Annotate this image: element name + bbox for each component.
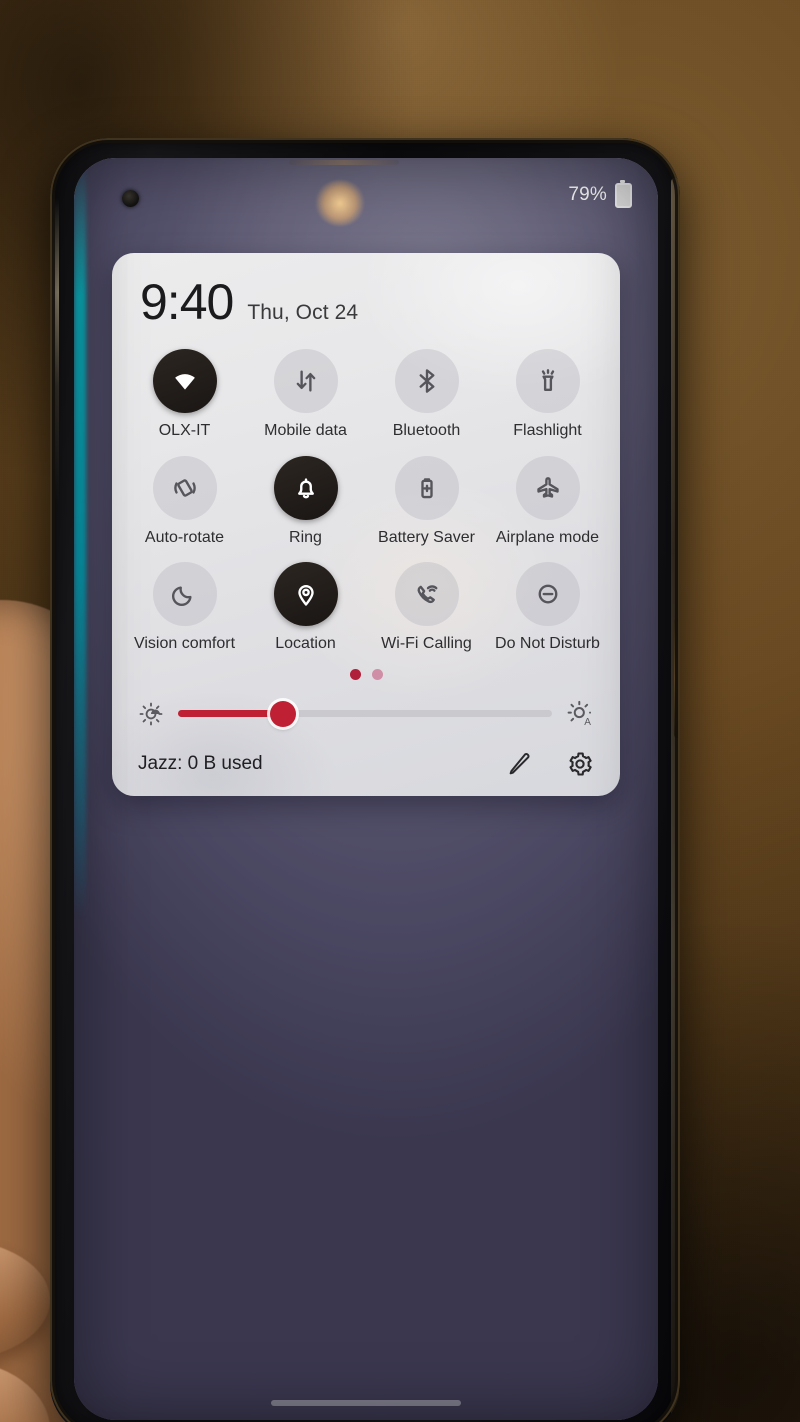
tile-toggle[interactable] bbox=[515, 562, 580, 627]
wifi-icon bbox=[174, 374, 195, 390]
brightness-low-icon[interactable] bbox=[138, 701, 164, 727]
tile-label: Do Not Disturb bbox=[495, 635, 600, 653]
quick-settings-tiles: OLX-IT Mobile data Bluetooth Flashlight … bbox=[112, 327, 620, 653]
clock-time: 9:40 bbox=[140, 274, 234, 330]
footer-actions bbox=[506, 750, 594, 778]
finger bbox=[0, 1240, 50, 1360]
tile-label: Ring bbox=[289, 528, 322, 546]
tile-toggle[interactable] bbox=[152, 455, 217, 520]
tile-row: Auto-rotate Ring Battery Saver Airplane … bbox=[124, 455, 608, 547]
bell-icon bbox=[297, 477, 314, 498]
gear-icon[interactable] bbox=[566, 750, 594, 778]
wifi-calling-icon bbox=[417, 585, 437, 604]
tile-toggle[interactable] bbox=[152, 349, 217, 413]
location-pin-icon bbox=[297, 585, 314, 606]
pencil-edit-icon[interactable] bbox=[506, 750, 534, 778]
status-bar: 79% bbox=[74, 158, 658, 232]
auto-rotate-icon bbox=[173, 478, 196, 497]
data-usage-label: Jazz: 0 B used bbox=[138, 752, 263, 774]
bluetooth-icon bbox=[419, 369, 434, 393]
tile-airplane-mode[interactable]: Airplane mode bbox=[492, 455, 604, 547]
home-indicator[interactable] bbox=[271, 1400, 461, 1406]
tile-row: Vision comfort Location Wi-Fi Calling Do… bbox=[124, 562, 608, 653]
tile-label: Airplane mode bbox=[495, 528, 600, 546]
tile-auto-rotate[interactable]: Auto-rotate bbox=[129, 455, 241, 547]
tile-toggle[interactable] bbox=[515, 349, 580, 413]
tile-label: Location bbox=[275, 635, 336, 653]
clock-row: 9:40 Thu, Oct 24 bbox=[112, 275, 620, 327]
front-camera-punchhole-icon bbox=[122, 190, 139, 207]
auto-brightness-icon[interactable]: A bbox=[566, 700, 594, 728]
svg-text:A: A bbox=[584, 717, 591, 728]
tile-toggle[interactable] bbox=[273, 349, 338, 413]
tile-label: Battery Saver bbox=[378, 528, 475, 546]
page-indicator[interactable] bbox=[112, 668, 620, 680]
earpiece-speaker bbox=[289, 160, 399, 165]
tile-label: Auto-rotate bbox=[144, 528, 225, 546]
tile-mobile-data[interactable]: Mobile data bbox=[250, 349, 362, 440]
tile-toggle[interactable] bbox=[394, 562, 459, 627]
tile-row: OLX-IT Mobile data Bluetooth Flashlight bbox=[124, 349, 608, 440]
tile-label: OLX-IT bbox=[158, 422, 211, 439]
battery-icon bbox=[615, 179, 632, 208]
screen-edge-glow bbox=[74, 158, 86, 918]
tile-label: Bluetooth bbox=[392, 422, 461, 439]
tile-vision-comfort[interactable]: Vision comfort bbox=[129, 562, 241, 653]
tile-label: Flashlight bbox=[513, 422, 582, 439]
moon-icon bbox=[171, 586, 192, 607]
tile-ring[interactable]: Ring bbox=[250, 455, 362, 547]
tile-label: Wi-Fi Calling bbox=[381, 635, 472, 653]
tile-bluetooth[interactable]: Bluetooth bbox=[371, 349, 483, 440]
brightness-slider-thumb[interactable] bbox=[269, 700, 296, 727]
tile-battery-saver[interactable]: Battery Saver bbox=[371, 455, 483, 547]
tile-toggle[interactable] bbox=[273, 455, 338, 520]
airplane-icon bbox=[536, 476, 559, 498]
tile-flashlight[interactable]: Flashlight bbox=[492, 349, 604, 440]
tile-wifi-calling[interactable]: Wi-Fi Calling bbox=[371, 562, 483, 653]
light-glare bbox=[314, 180, 366, 226]
tile-do-not-disturb[interactable]: Do Not Disturb bbox=[492, 562, 604, 653]
quick-settings-panel[interactable]: 9:40 Thu, Oct 24 OLX-IT Mobile data Blue… bbox=[112, 253, 620, 796]
battery-percent-label: 79% bbox=[568, 184, 607, 205]
brightness-slider-fill bbox=[178, 710, 283, 718]
tile-label: Mobile data bbox=[264, 422, 347, 439]
tile-wifi[interactable]: OLX-IT bbox=[129, 349, 241, 440]
brightness-slider[interactable] bbox=[178, 700, 552, 727]
finger bbox=[0, 1360, 50, 1422]
page-dot-active[interactable] bbox=[349, 668, 361, 680]
flashlight-icon bbox=[541, 369, 554, 391]
tile-toggle[interactable] bbox=[273, 562, 338, 627]
battery-saver-icon bbox=[420, 477, 433, 498]
page-dot[interactable] bbox=[371, 668, 383, 680]
tile-toggle[interactable] bbox=[515, 455, 580, 520]
panel-footer: Jazz: 0 B used bbox=[112, 728, 620, 780]
brightness-row: A bbox=[112, 686, 620, 728]
mobile-data-icon bbox=[296, 370, 315, 392]
tile-toggle[interactable] bbox=[394, 455, 459, 520]
tile-toggle[interactable] bbox=[152, 562, 217, 627]
status-bar-right: 79% bbox=[568, 179, 632, 208]
screenshot-scene: 79% 9:40 Thu, Oct 24 OLX-IT Mobile data … bbox=[0, 0, 800, 1422]
phone-device: 79% 9:40 Thu, Oct 24 OLX-IT Mobile data … bbox=[50, 138, 680, 1422]
do-not-disturb-icon bbox=[538, 584, 557, 604]
tile-toggle[interactable] bbox=[394, 349, 459, 413]
tile-label: Vision comfort bbox=[133, 635, 236, 653]
tile-location[interactable]: Location bbox=[250, 562, 362, 653]
clock-date: Thu, Oct 24 bbox=[247, 301, 359, 324]
